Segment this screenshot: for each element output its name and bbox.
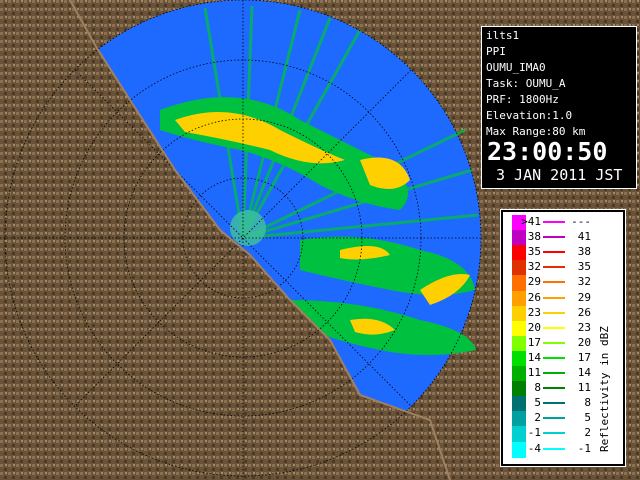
legend-segment xyxy=(543,311,565,314)
legend-low-label: 8 xyxy=(534,381,541,395)
info-panel: ilts1 PPI OUMU_IMA0 Task: OUMU_A PRF: 18… xyxy=(481,26,637,189)
legend-low-label: 20 xyxy=(527,320,541,334)
legend-low-label: >41 xyxy=(521,215,541,228)
legend-segment xyxy=(543,281,565,284)
legend-high-label: 8 xyxy=(584,396,591,410)
legend-high-label: 5 xyxy=(584,411,591,425)
legend-low-label: 11 xyxy=(527,366,541,379)
legend-high-label: 41 xyxy=(577,230,591,244)
legend-low-label: 38 xyxy=(527,230,541,244)
legend-segment xyxy=(543,266,565,269)
legend-high-label: 23 xyxy=(577,320,591,334)
legend-segment xyxy=(543,326,565,329)
legend-low-label: 26 xyxy=(527,290,541,304)
station-name: ilts1 xyxy=(486,29,520,42)
legend-high-label: 29 xyxy=(577,290,591,304)
legend-segment xyxy=(543,447,565,450)
elevation-label: Elevation:1.0 xyxy=(486,109,573,122)
legend-low-label: 23 xyxy=(527,305,541,319)
date-display: 3 JAN 2011 JST xyxy=(496,166,623,184)
legend-low-label: 5 xyxy=(534,396,541,410)
prf-label: PRF: 1800Hz xyxy=(486,93,559,106)
legend-segment xyxy=(543,432,565,435)
color-legend: >41 --- 38 41 35 38 32 35 29 32 26 29 23 26 20 23 17 20 14… xyxy=(500,209,626,467)
legend-high-label: 26 xyxy=(577,305,591,319)
legend-segment xyxy=(543,296,565,299)
legend-high-label: 14 xyxy=(577,366,591,379)
legend-title: Reflectivity in dBZ xyxy=(598,326,611,452)
task-label: Task: OUMU_A xyxy=(486,77,566,90)
legend-segment xyxy=(543,341,565,344)
legend-low-label: 14 xyxy=(527,350,541,364)
legend-high-label: 32 xyxy=(577,275,591,289)
time-display: 23:00:50 xyxy=(487,137,608,166)
legend-segment xyxy=(543,372,565,374)
site-name: OUMU_IMA0 xyxy=(486,61,546,74)
legend-segment xyxy=(543,221,565,223)
legend-segment xyxy=(543,402,565,405)
legend-high-label: --- xyxy=(571,215,591,228)
legend-segment xyxy=(543,387,565,390)
legend-high-label: 20 xyxy=(577,335,591,349)
legend-low-label: -4 xyxy=(527,441,541,455)
legend-high-label: -1 xyxy=(577,441,591,455)
legend-segment xyxy=(543,356,565,359)
legend-high-label: 2 xyxy=(584,426,591,440)
legend-low-label: 17 xyxy=(527,335,541,349)
legend-low-label: -1 xyxy=(527,426,541,440)
legend-low-label: 29 xyxy=(527,275,541,289)
legend-segment xyxy=(543,251,565,254)
legend-low-label: 35 xyxy=(527,245,541,259)
product-name: PPI xyxy=(486,45,506,58)
legend-segment xyxy=(543,236,565,239)
legend-high-label: 17 xyxy=(577,350,591,364)
legend-low-label: 32 xyxy=(527,260,541,274)
legend-low-label: 2 xyxy=(534,411,541,425)
legend-high-label: 35 xyxy=(577,260,591,274)
legend-high-label: 11 xyxy=(577,381,591,395)
legend-segment xyxy=(543,417,565,420)
legend-high-label: 38 xyxy=(577,245,591,259)
